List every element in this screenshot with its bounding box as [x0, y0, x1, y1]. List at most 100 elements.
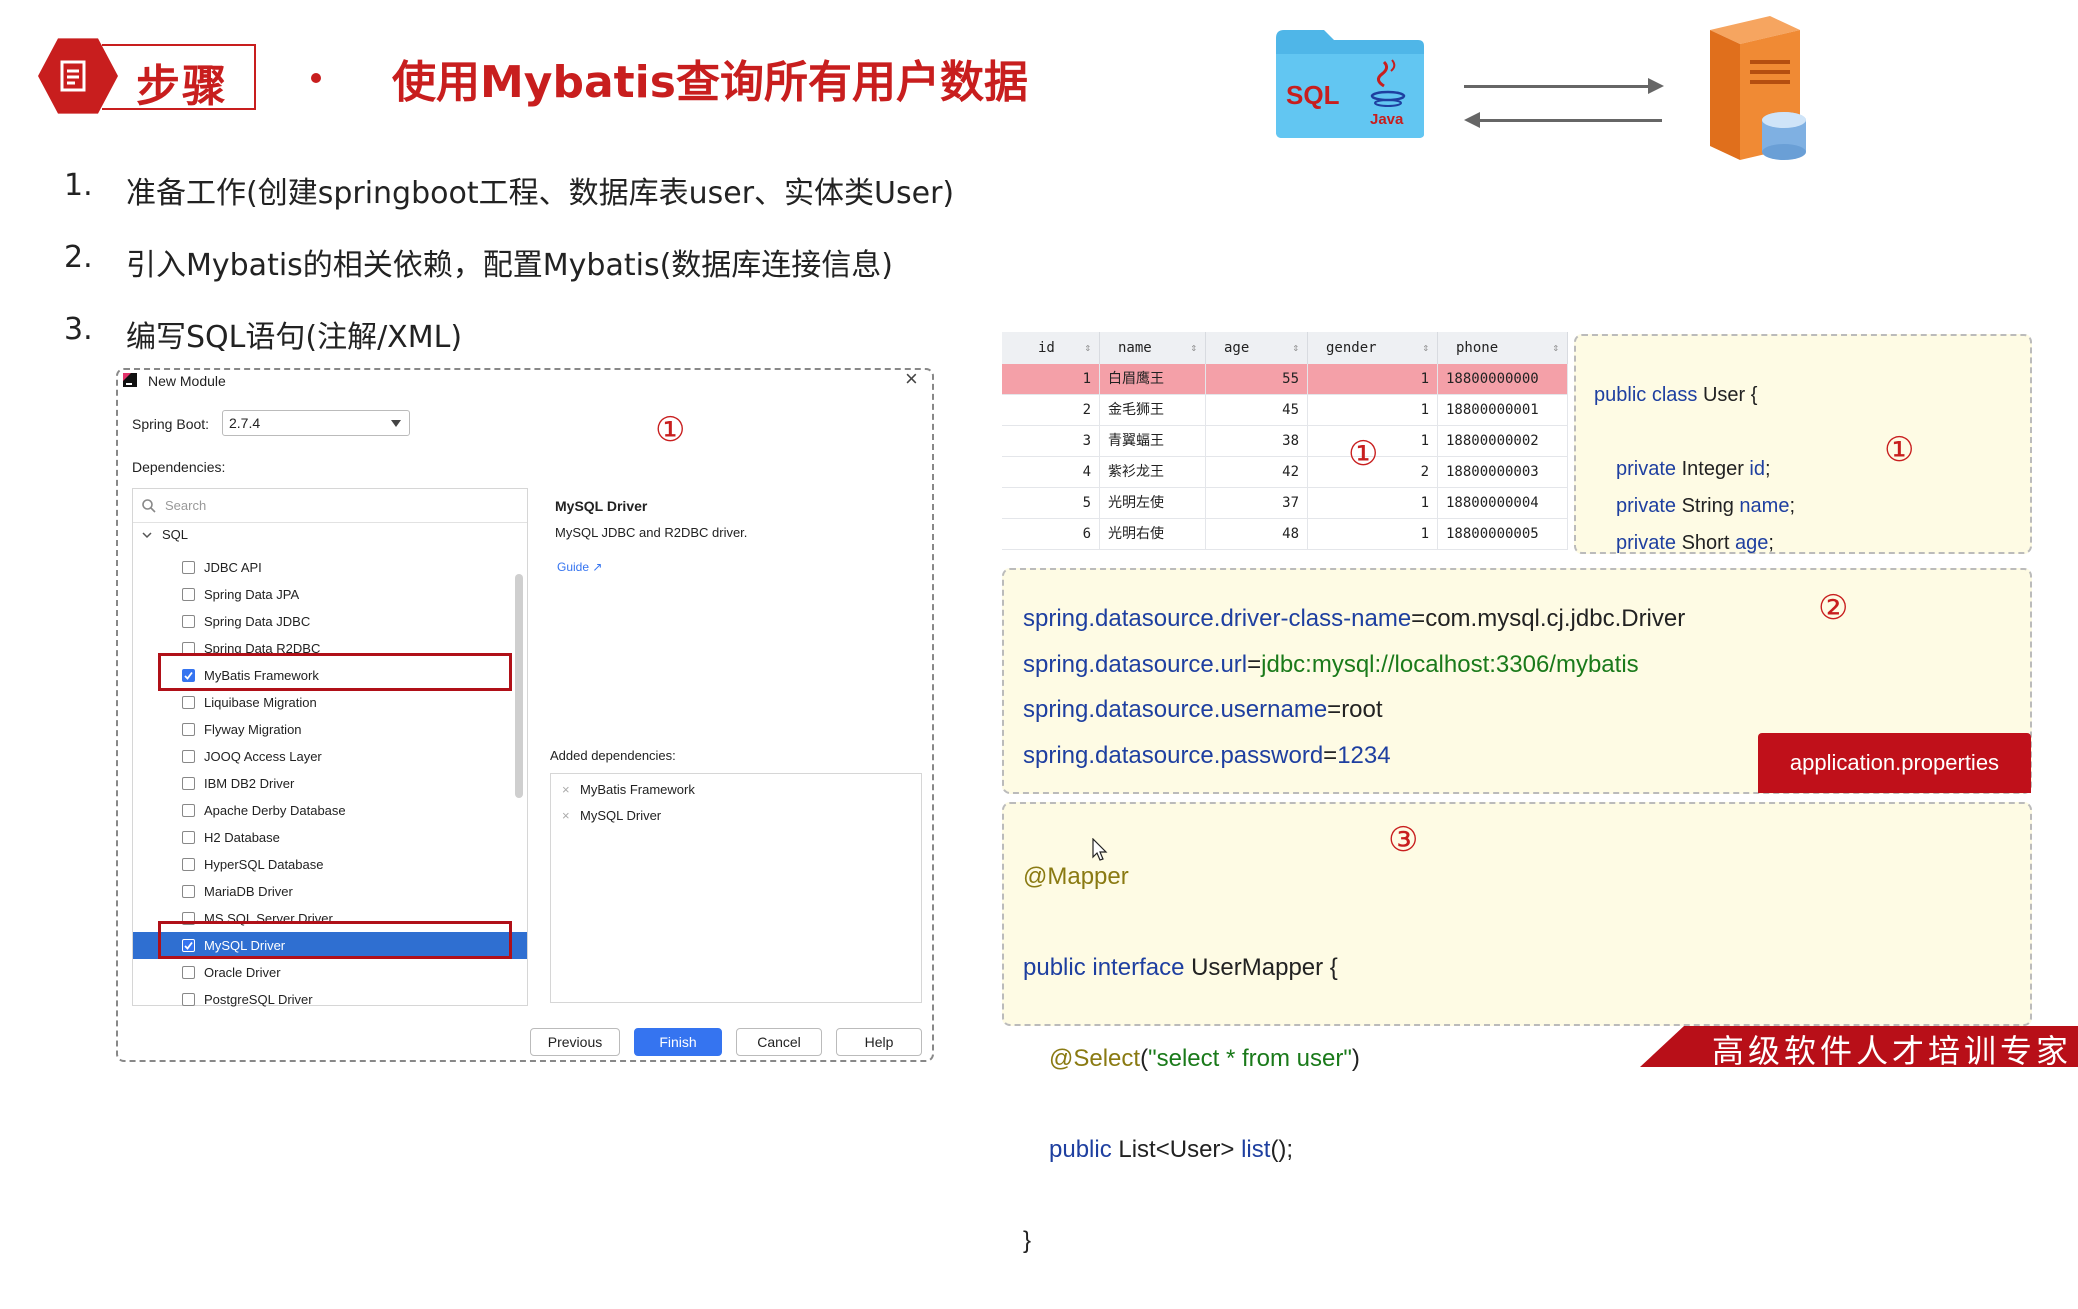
- dependency-checkbox[interactable]: [182, 750, 195, 763]
- remove-icon[interactable]: ×: [562, 782, 570, 797]
- arrow-right-icon: [1648, 78, 1664, 94]
- dependency-checkbox[interactable]: [182, 696, 195, 709]
- footer-slogan: 高级软件人才培训专家: [1712, 1032, 2073, 1070]
- dependency-checkbox[interactable]: [182, 723, 195, 736]
- table-cell: 光明左使: [1100, 488, 1206, 519]
- dependency-item[interactable]: Apache Derby Database: [133, 797, 527, 824]
- document-icon: [60, 60, 86, 92]
- column-header-gender[interactable]: gender ⇕: [1308, 332, 1438, 364]
- chevron-down-icon: [391, 420, 401, 427]
- mapper-code: @Mapper public interface UserMapper { @S…: [1023, 808, 1360, 1309]
- marker-1-dialog: ①: [655, 410, 686, 450]
- added-dependency-item: MySQL Driver: [580, 808, 662, 823]
- sort-icon[interactable]: ⇕: [1552, 332, 1559, 364]
- spring-boot-version-select[interactable]: 2.7.4: [222, 410, 410, 436]
- dependency-item[interactable]: Liquibase Migration: [133, 689, 527, 716]
- column-header-phone[interactable]: phone ⇕: [1438, 332, 1568, 364]
- dependency-checkbox[interactable]: [182, 615, 195, 628]
- dependency-item[interactable]: PostgreSQL Driver: [133, 986, 527, 1013]
- sort-icon[interactable]: ⇕: [1084, 332, 1091, 364]
- dependency-checkbox[interactable]: [182, 993, 195, 1006]
- dependency-item[interactable]: HyperSQL Database: [133, 851, 527, 878]
- property-line: spring.datasource.username=root: [1023, 696, 1383, 723]
- dependency-item[interactable]: Spring Data JPA: [133, 581, 527, 608]
- arrow-right-line: [1464, 85, 1654, 88]
- search-input[interactable]: Search: [165, 498, 206, 513]
- step-3-text: 编写SQL语句(注解/XML): [126, 320, 463, 355]
- dependency-item[interactable]: Flyway Migration: [133, 716, 527, 743]
- dependency-checkbox[interactable]: [182, 561, 195, 574]
- table-cell: 2: [1002, 395, 1100, 426]
- step-label: 步骤: [136, 61, 228, 112]
- spring-boot-version-value: 2.7.4: [229, 415, 261, 431]
- column-header-age[interactable]: age ⇕: [1206, 332, 1308, 364]
- dependency-item[interactable]: H2 Database: [133, 824, 527, 851]
- dependency-label: Spring Data JPA: [204, 587, 300, 602]
- dependency-item[interactable]: Oracle Driver: [133, 959, 527, 986]
- dependency-item[interactable]: Spring Data JDBC: [133, 608, 527, 635]
- category-sql[interactable]: SQL: [162, 527, 188, 542]
- table-cell: 37: [1206, 488, 1308, 519]
- table-cell: 55: [1206, 364, 1308, 395]
- table-cell: 42: [1206, 457, 1308, 488]
- marker-2-properties: ②: [1818, 588, 1849, 628]
- chevron-down-icon[interactable]: [142, 530, 152, 540]
- step-2-number: 2.: [64, 240, 93, 275]
- sort-icon[interactable]: ⇕: [1292, 332, 1299, 364]
- dependency-label: H2 Database: [204, 830, 280, 845]
- title-bullet: [311, 73, 321, 83]
- dialog-title: New Module: [148, 373, 226, 389]
- dependency-label: JDBC API: [204, 560, 262, 575]
- dependency-checkbox[interactable]: [182, 588, 195, 601]
- help-button[interactable]: Help: [836, 1028, 922, 1056]
- field-declaration: private String name;: [1616, 495, 1795, 517]
- select-annotation: @Select("select * from user"): [1049, 1044, 1360, 1072]
- added-dependencies-label: Added dependencies:: [550, 748, 676, 763]
- table-cell: 白眉鹰王: [1100, 364, 1206, 395]
- table-cell: 48: [1206, 519, 1308, 550]
- table-cell: 金毛狮王: [1100, 395, 1206, 426]
- remove-icon[interactable]: ×: [562, 808, 570, 823]
- finish-button[interactable]: Finish: [634, 1028, 722, 1056]
- sort-icon[interactable]: ⇕: [1190, 332, 1197, 364]
- dependency-checkbox[interactable]: [182, 885, 195, 898]
- previous-button[interactable]: Previous: [530, 1028, 620, 1056]
- column-header-label: age: [1224, 340, 1250, 356]
- mouse-cursor-icon: [1092, 838, 1108, 861]
- interface-declaration: public interface UserMapper {: [1023, 953, 1338, 981]
- dialog-close-icon[interactable]: ×: [905, 366, 918, 392]
- sort-icon[interactable]: ⇕: [1422, 332, 1429, 364]
- cancel-button[interactable]: Cancel: [736, 1028, 822, 1056]
- dependencies-label: Dependencies:: [132, 459, 226, 475]
- dependency-checkbox[interactable]: [182, 966, 195, 979]
- dependency-label: HyperSQL Database: [204, 857, 324, 872]
- dependency-item[interactable]: IBM DB2 Driver: [133, 770, 527, 797]
- properties-code: spring.datasource.driver-class-name=com.…: [1023, 596, 1685, 778]
- guide-link[interactable]: Guide ↗: [557, 560, 602, 574]
- dependency-checkbox[interactable]: [182, 831, 195, 844]
- dependency-checkbox[interactable]: [182, 858, 195, 871]
- dependency-item[interactable]: JOOQ Access Layer: [133, 743, 527, 770]
- table-cell: 45: [1206, 395, 1308, 426]
- table-cell: 18800000005: [1438, 519, 1568, 550]
- database-server-icon: [1710, 16, 1806, 160]
- column-header-name[interactable]: name ⇕: [1100, 332, 1206, 364]
- arrow-left-icon: [1464, 112, 1480, 128]
- step-3-number: 3.: [64, 312, 93, 347]
- table-cell: 18800000002: [1438, 426, 1568, 457]
- table-cell: 18800000000: [1438, 364, 1568, 395]
- dependency-item[interactable]: JDBC API: [133, 554, 527, 581]
- search-bar[interactable]: Search: [133, 489, 527, 523]
- column-header-id[interactable]: id ⇕: [1002, 332, 1100, 364]
- dependency-checkbox[interactable]: [182, 777, 195, 790]
- detail-title: MySQL Driver: [555, 498, 648, 514]
- sql-java-folder-icon: SQL Java: [1276, 30, 1424, 138]
- property-line: spring.datasource.password=1234: [1023, 741, 1391, 769]
- intellij-logo-icon: [123, 373, 137, 387]
- dependency-checkbox[interactable]: [182, 804, 195, 817]
- svg-text:SQL: SQL: [1286, 80, 1340, 110]
- dependency-item[interactable]: MariaDB Driver: [133, 878, 527, 905]
- list-method: public List<User> list();: [1049, 1135, 1294, 1163]
- table-cell: 4: [1002, 457, 1100, 488]
- step-2-text: 引入Mybatis的相关依赖，配置Mybatis(数据库连接信息): [126, 248, 893, 283]
